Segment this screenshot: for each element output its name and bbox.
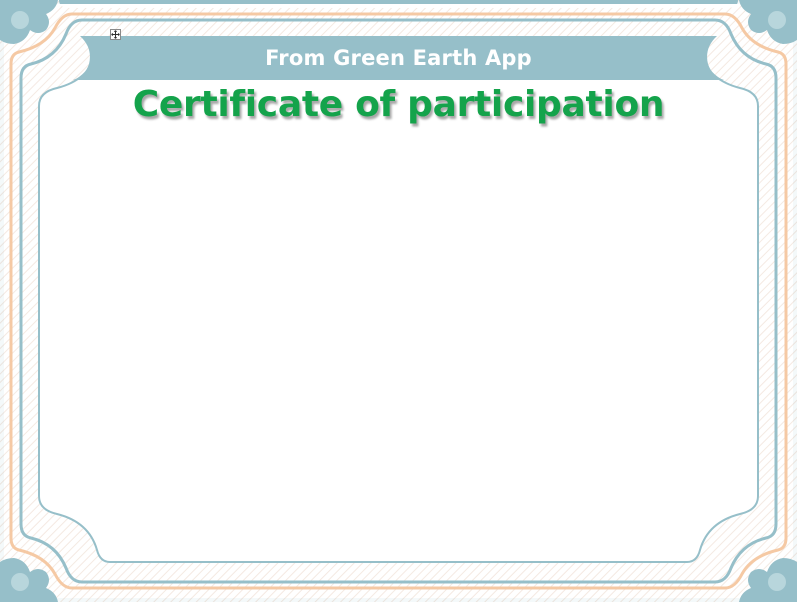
move-arrows-icon[interactable] bbox=[110, 29, 121, 40]
banner-text: From Green Earth App bbox=[265, 46, 532, 70]
certificate-title: Certificate of participation bbox=[132, 84, 665, 125]
